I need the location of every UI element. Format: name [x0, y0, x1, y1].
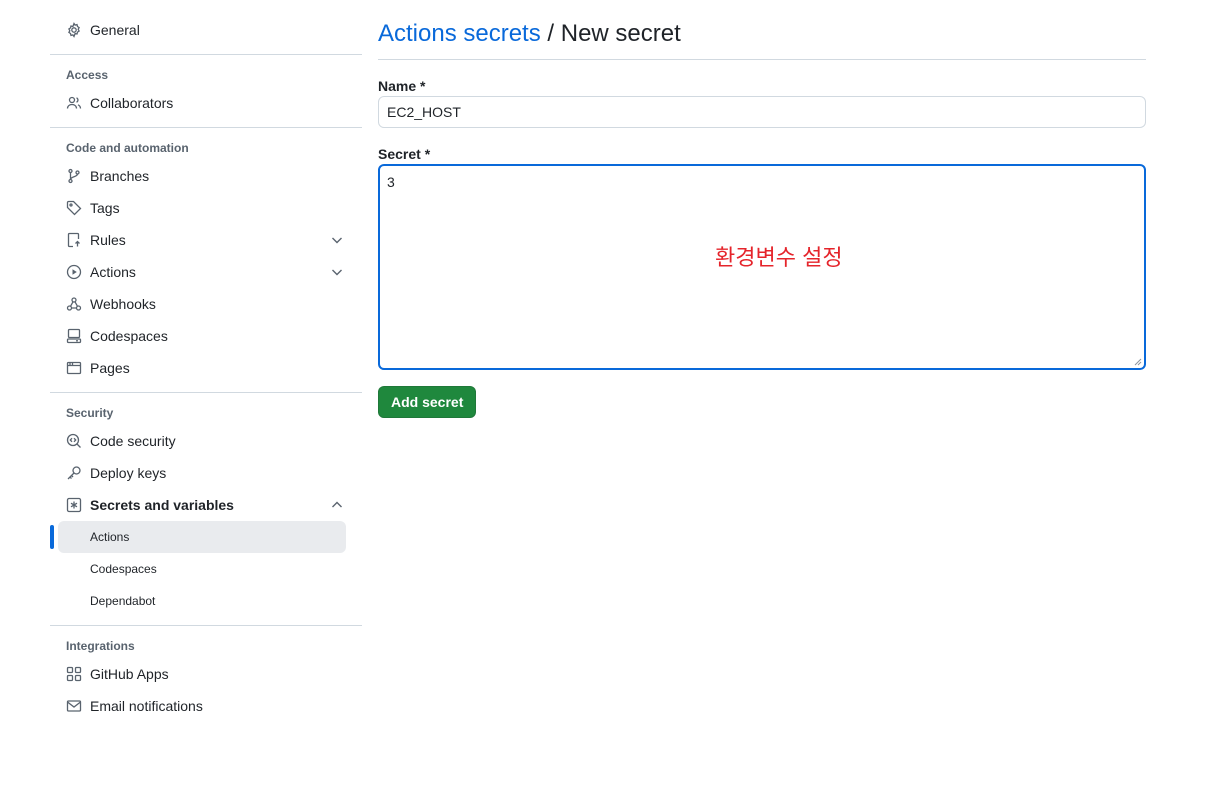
- breadcrumb-current: New secret: [560, 20, 681, 47]
- secret-label: Secret *: [378, 146, 431, 162]
- branch-icon: [66, 168, 82, 184]
- sidebar-item-label: GitHub Apps: [90, 666, 169, 682]
- sidebar-item-branches[interactable]: Branches: [50, 160, 362, 192]
- people-icon: [66, 95, 82, 111]
- group-title-code-automation: Code and automation: [66, 141, 189, 155]
- sidebar-item-label: Pages: [90, 360, 130, 376]
- group-title-access: Access: [66, 68, 109, 82]
- key-icon: [66, 465, 82, 481]
- sidebar-item-actions[interactable]: Actions: [50, 256, 362, 288]
- sidebar-item-label: Codespaces: [90, 562, 157, 576]
- breadcrumb-separator: /: [540, 20, 561, 47]
- sidebar-item-label: Code security: [90, 433, 176, 449]
- sidebar-item-label: Actions: [90, 264, 136, 280]
- sidebar-item-label: Secrets and variables: [90, 497, 234, 513]
- sidebar-item-label: Branches: [90, 168, 150, 184]
- sidebar-subitem-dependabot[interactable]: Dependabot: [58, 585, 346, 617]
- code-scan-icon: [66, 433, 82, 449]
- sidebar-subitem-actions[interactable]: Actions: [50, 521, 346, 553]
- sidebar-item-label: Email notifications: [90, 698, 203, 714]
- sidebar-item-label: Rules: [90, 232, 126, 248]
- sidebar-item-webhooks[interactable]: Webhooks: [50, 288, 362, 320]
- mail-icon: [66, 698, 82, 714]
- sidebar-item-tags[interactable]: Tags: [50, 192, 362, 224]
- name-input[interactable]: EC2_HOST: [378, 96, 1146, 128]
- sidebar-item-github-apps[interactable]: GitHub Apps: [50, 658, 362, 690]
- annotation-text: 환경변수 설정: [715, 245, 843, 270]
- chevron-down-icon[interactable]: [330, 265, 344, 279]
- sidebar-item-label: General: [90, 22, 140, 38]
- chevron-up-icon[interactable]: [330, 498, 344, 512]
- new-secret-form: Actions secrets / New secret Name * EC2_…: [378, 14, 1146, 418]
- apps-icon: [66, 666, 82, 682]
- divider: [50, 54, 362, 55]
- add-secret-button[interactable]: Add secret: [378, 386, 477, 418]
- name-label: Name *: [378, 78, 426, 94]
- sidebar-item-email-notifications[interactable]: Email notifications: [50, 690, 362, 722]
- sidebar-item-label: Dependabot: [90, 594, 156, 608]
- webhook-icon: [66, 296, 82, 312]
- sidebar-item-label: Actions: [90, 530, 130, 544]
- sidebar-item-label: Collaborators: [90, 95, 174, 111]
- sidebar-item-collaborators[interactable]: Collaborators: [50, 87, 362, 119]
- sidebar-item-general[interactable]: General: [50, 14, 362, 46]
- group-title-integrations: Integrations: [66, 639, 135, 653]
- sidebar-item-label: Webhooks: [90, 296, 156, 312]
- divider: [50, 127, 362, 128]
- sidebar-subitem-codespaces[interactable]: Codespaces: [58, 553, 346, 585]
- sidebar-item-label: Deploy keys: [90, 465, 167, 481]
- play-circle-icon: [66, 264, 82, 280]
- breadcrumb-actions-secrets-link[interactable]: Actions secrets: [378, 20, 541, 47]
- sidebar-item-secrets-and-variables[interactable]: Secrets and variables: [50, 489, 362, 521]
- settings-sidebar: General Access Collaborators Code and au…: [50, 14, 362, 722]
- sidebar-item-deploy-keys[interactable]: Deploy keys: [50, 457, 362, 489]
- sidebar-item-label: Tags: [90, 200, 120, 216]
- sidebar-item-label: Codespaces: [90, 328, 168, 344]
- secret-textarea[interactable]: 3 환경변수 설정: [378, 164, 1146, 370]
- tag-icon: [66, 200, 82, 216]
- active-indicator: [50, 525, 54, 549]
- codespaces-icon: [66, 328, 82, 344]
- divider: [50, 625, 362, 626]
- gear-icon: [66, 22, 82, 38]
- chevron-down-icon[interactable]: [330, 233, 344, 247]
- sidebar-item-pages[interactable]: Pages: [50, 352, 362, 384]
- asterisk-box-icon: [66, 497, 82, 513]
- divider: [50, 392, 362, 393]
- page-title: Actions secrets / New secret: [378, 14, 1146, 60]
- name-input-value: EC2_HOST: [387, 104, 461, 120]
- repo-rules-icon: [66, 232, 82, 248]
- sidebar-item-codespaces[interactable]: Codespaces: [50, 320, 362, 352]
- group-title-security: Security: [66, 406, 114, 420]
- sidebar-item-code-security[interactable]: Code security: [50, 425, 362, 457]
- browser-icon: [66, 360, 82, 376]
- resize-handle-icon[interactable]: [1134, 358, 1142, 366]
- sidebar-item-rules[interactable]: Rules: [50, 224, 362, 256]
- secret-textarea-value: 3: [387, 174, 395, 190]
